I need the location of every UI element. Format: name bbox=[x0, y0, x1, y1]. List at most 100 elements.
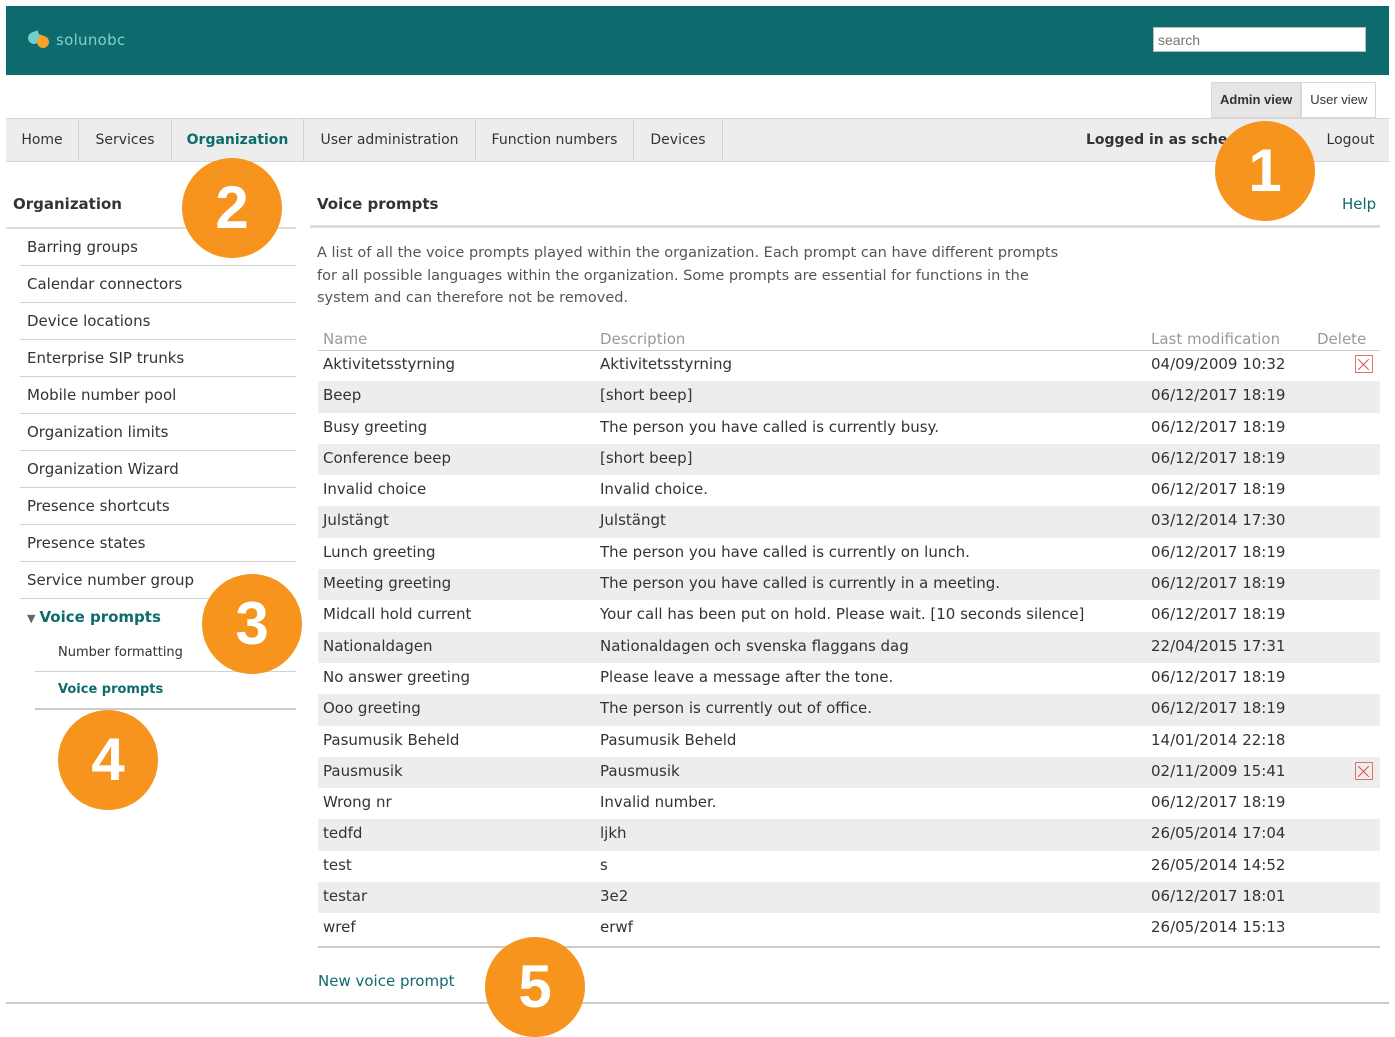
cell-last-modification: 06/12/2017 18:19 bbox=[1151, 699, 1286, 718]
sidebar-item-presence-states[interactable]: Presence states bbox=[20, 525, 296, 562]
cell-last-modification: 06/12/2017 18:19 bbox=[1151, 667, 1286, 686]
page-title: Voice prompts bbox=[317, 195, 439, 213]
cell-last-modification: 06/12/2017 18:19 bbox=[1151, 448, 1286, 467]
cell-description: The person you have called is currently … bbox=[600, 574, 1001, 593]
cell-description: Pasumusik Beheld bbox=[600, 730, 737, 749]
callout-badge-5: 5 bbox=[485, 937, 585, 1037]
cell-name[interactable]: Pasumusik Beheld bbox=[323, 731, 459, 749]
table-row[interactable]: Meeting greeting The person you have call… bbox=[318, 569, 1380, 601]
table-row[interactable]: Invalid choice Invalid choice. 06/12/2017 … bbox=[318, 475, 1380, 506]
new-voice-prompt-link[interactable]: New voice prompt bbox=[318, 972, 455, 990]
cell-name[interactable]: Wrong nr bbox=[323, 793, 392, 811]
view-switcher: Admin view User view bbox=[1211, 82, 1377, 118]
cell-name[interactable]: Conference beep bbox=[323, 449, 451, 467]
table-row[interactable]: tedfd ljkh 26/05/2014 17:04 bbox=[318, 819, 1380, 851]
nav-organization[interactable]: Organization bbox=[172, 119, 304, 161]
table-row[interactable]: Julstängt Julstängt 03/12/2014 17:30 bbox=[318, 506, 1380, 538]
search-input[interactable] bbox=[1153, 27, 1366, 52]
cell-description: The person is currently out of office. bbox=[600, 699, 873, 718]
nav-services[interactable]: Services bbox=[79, 119, 172, 161]
table-row[interactable]: Lunch greeting The person you have called… bbox=[318, 538, 1380, 569]
cell-description: Julstängt bbox=[600, 511, 666, 530]
table-row[interactable]: Beep [short beep] 06/12/2017 18:19 bbox=[318, 381, 1380, 413]
cell-name[interactable]: tedfd bbox=[323, 824, 362, 842]
user-view-tab[interactable]: User view bbox=[1301, 82, 1377, 118]
cell-description: Pausmusik bbox=[600, 761, 680, 780]
cell-name[interactable]: Busy greeting bbox=[323, 418, 427, 436]
intro-text: A list of all the voice prompts played w… bbox=[317, 245, 1059, 306]
sidebar-item-organization-limits[interactable]: Organization limits bbox=[20, 414, 296, 451]
cell-last-modification: 06/12/2017 18:19 bbox=[1151, 542, 1286, 561]
cell-description: ljkh bbox=[600, 824, 627, 843]
table-row[interactable]: No answer greeting Please leave a message… bbox=[318, 663, 1380, 694]
cell-name[interactable]: Midcall hold current bbox=[323, 605, 471, 623]
nav-function-numbers[interactable]: Function numbers bbox=[476, 119, 634, 161]
logout-link[interactable]: Logout bbox=[1312, 119, 1389, 161]
table-row[interactable]: Wrong nr Invalid number. 06/12/2017 18:19 bbox=[318, 788, 1380, 819]
table-row[interactable]: Ooo greeting The person is currently out … bbox=[318, 694, 1380, 726]
nav-devices[interactable]: Devices bbox=[634, 119, 723, 161]
cell-name[interactable]: Invalid choice bbox=[323, 480, 426, 498]
logo-text: solunobc bbox=[56, 31, 126, 49]
cell-last-modification: 22/04/2015 17:31 bbox=[1151, 636, 1286, 655]
cell-last-modification: 26/05/2014 15:13 bbox=[1151, 918, 1286, 937]
table-row[interactable]: Midcall hold current Your call has been p… bbox=[318, 600, 1380, 631]
help-link[interactable]: Help bbox=[1342, 195, 1376, 213]
sidebar-item-calendar-connectors[interactable]: Calendar connectors bbox=[20, 266, 296, 303]
cell-name[interactable]: Meeting greeting bbox=[323, 574, 451, 592]
sidebar-item-presence-shortcuts[interactable]: Presence shortcuts bbox=[20, 488, 296, 525]
admin-view-tab[interactable]: Admin view bbox=[1211, 82, 1302, 118]
table-row[interactable]: Nationaldagen Nationaldagen och svenska f… bbox=[318, 631, 1380, 663]
table-row[interactable]: test s 26/05/2014 14:52 bbox=[318, 851, 1380, 882]
cell-last-modification: 26/05/2014 17:04 bbox=[1151, 824, 1286, 843]
cell-last-modification: 04/09/2009 10:32 bbox=[1151, 355, 1286, 373]
cell-last-modification: 06/12/2017 18:19 bbox=[1151, 386, 1286, 405]
delete-icon[interactable] bbox=[1355, 355, 1373, 373]
sidebar-item-mobile-number-pool[interactable]: Mobile number pool bbox=[20, 377, 296, 414]
cell-description: Your call has been put on hold. Please w… bbox=[600, 605, 1085, 624]
table-row[interactable]: testar 3e2 06/12/2017 18:01 bbox=[318, 882, 1380, 914]
sidebar-subitem-voice-prompts[interactable]: Voice prompts bbox=[35, 672, 296, 710]
cell-name[interactable]: wref bbox=[323, 918, 356, 936]
table-row[interactable]: Conference beep [short beep] 06/12/2017 18… bbox=[318, 443, 1380, 476]
cell-last-modification: 26/05/2014 14:52 bbox=[1151, 855, 1286, 874]
sidebar-item-device-locations[interactable]: Device locations bbox=[20, 303, 296, 340]
cell-description: Nationaldagen och svenska flaggans dag bbox=[600, 636, 909, 655]
nav-home[interactable]: Home bbox=[6, 119, 79, 161]
table-row[interactable]: wref erwf 26/05/2014 15:13 bbox=[318, 913, 1380, 944]
cell-name[interactable]: testar bbox=[323, 887, 367, 905]
cell-name[interactable]: Pausmusik bbox=[323, 762, 403, 780]
cell-last-modification: 03/12/2014 17:30 bbox=[1151, 511, 1286, 530]
table-row[interactable]: Aktivitetsstyrning Aktivitetsstyrning 04/0… bbox=[318, 350, 1380, 381]
cell-name[interactable]: test bbox=[323, 856, 352, 874]
cell-name[interactable]: Beep bbox=[323, 386, 361, 404]
page-bottom-divider bbox=[6, 1002, 1389, 1004]
cell-name[interactable]: Ooo greeting bbox=[323, 699, 421, 717]
cell-name[interactable]: Aktivitetsstyrning bbox=[323, 355, 455, 373]
column-header-last-modification[interactable]: Last modification bbox=[1151, 330, 1280, 348]
table-row[interactable]: Busy greeting The person you have called … bbox=[318, 413, 1380, 444]
cell-description: The person you have called is currently … bbox=[600, 542, 970, 561]
cell-name[interactable]: Julstängt bbox=[323, 511, 389, 529]
callout-badge-1: 1 bbox=[1215, 121, 1315, 221]
column-header-name[interactable]: Name bbox=[323, 330, 367, 348]
table-row[interactable]: Pausmusik Pausmusik 02/11/2009 15:41 bbox=[318, 756, 1380, 789]
table-bottom-divider bbox=[318, 946, 1380, 948]
column-header-description[interactable]: Description bbox=[600, 330, 685, 348]
cell-last-modification: 02/11/2009 15:41 bbox=[1151, 761, 1286, 780]
sidebar-item-enterprise-sip-trunks[interactable]: Enterprise SIP trunks bbox=[20, 340, 296, 377]
cell-name[interactable]: Nationaldagen bbox=[323, 637, 432, 655]
table-row[interactable]: Pasumusik Beheld Pasumusik Beheld 14/01/20… bbox=[318, 726, 1380, 757]
delete-icon[interactable] bbox=[1355, 761, 1373, 780]
cell-description: erwf bbox=[600, 918, 633, 937]
nav-user-administration[interactable]: User administration bbox=[304, 119, 476, 161]
logo-icon bbox=[26, 30, 51, 50]
cell-name[interactable]: Lunch greeting bbox=[323, 543, 436, 561]
sidebar-item-label: Voice prompts bbox=[39, 608, 161, 626]
sidebar-item-organization-wizard[interactable]: Organization Wizard bbox=[20, 451, 296, 488]
column-header-delete: Delete bbox=[1317, 330, 1367, 348]
logged-in-label: Logged in as sche bbox=[1086, 132, 1228, 148]
cell-name[interactable]: No answer greeting bbox=[323, 668, 470, 686]
title-divider bbox=[310, 225, 1380, 228]
logo[interactable]: solunobc bbox=[26, 30, 126, 50]
